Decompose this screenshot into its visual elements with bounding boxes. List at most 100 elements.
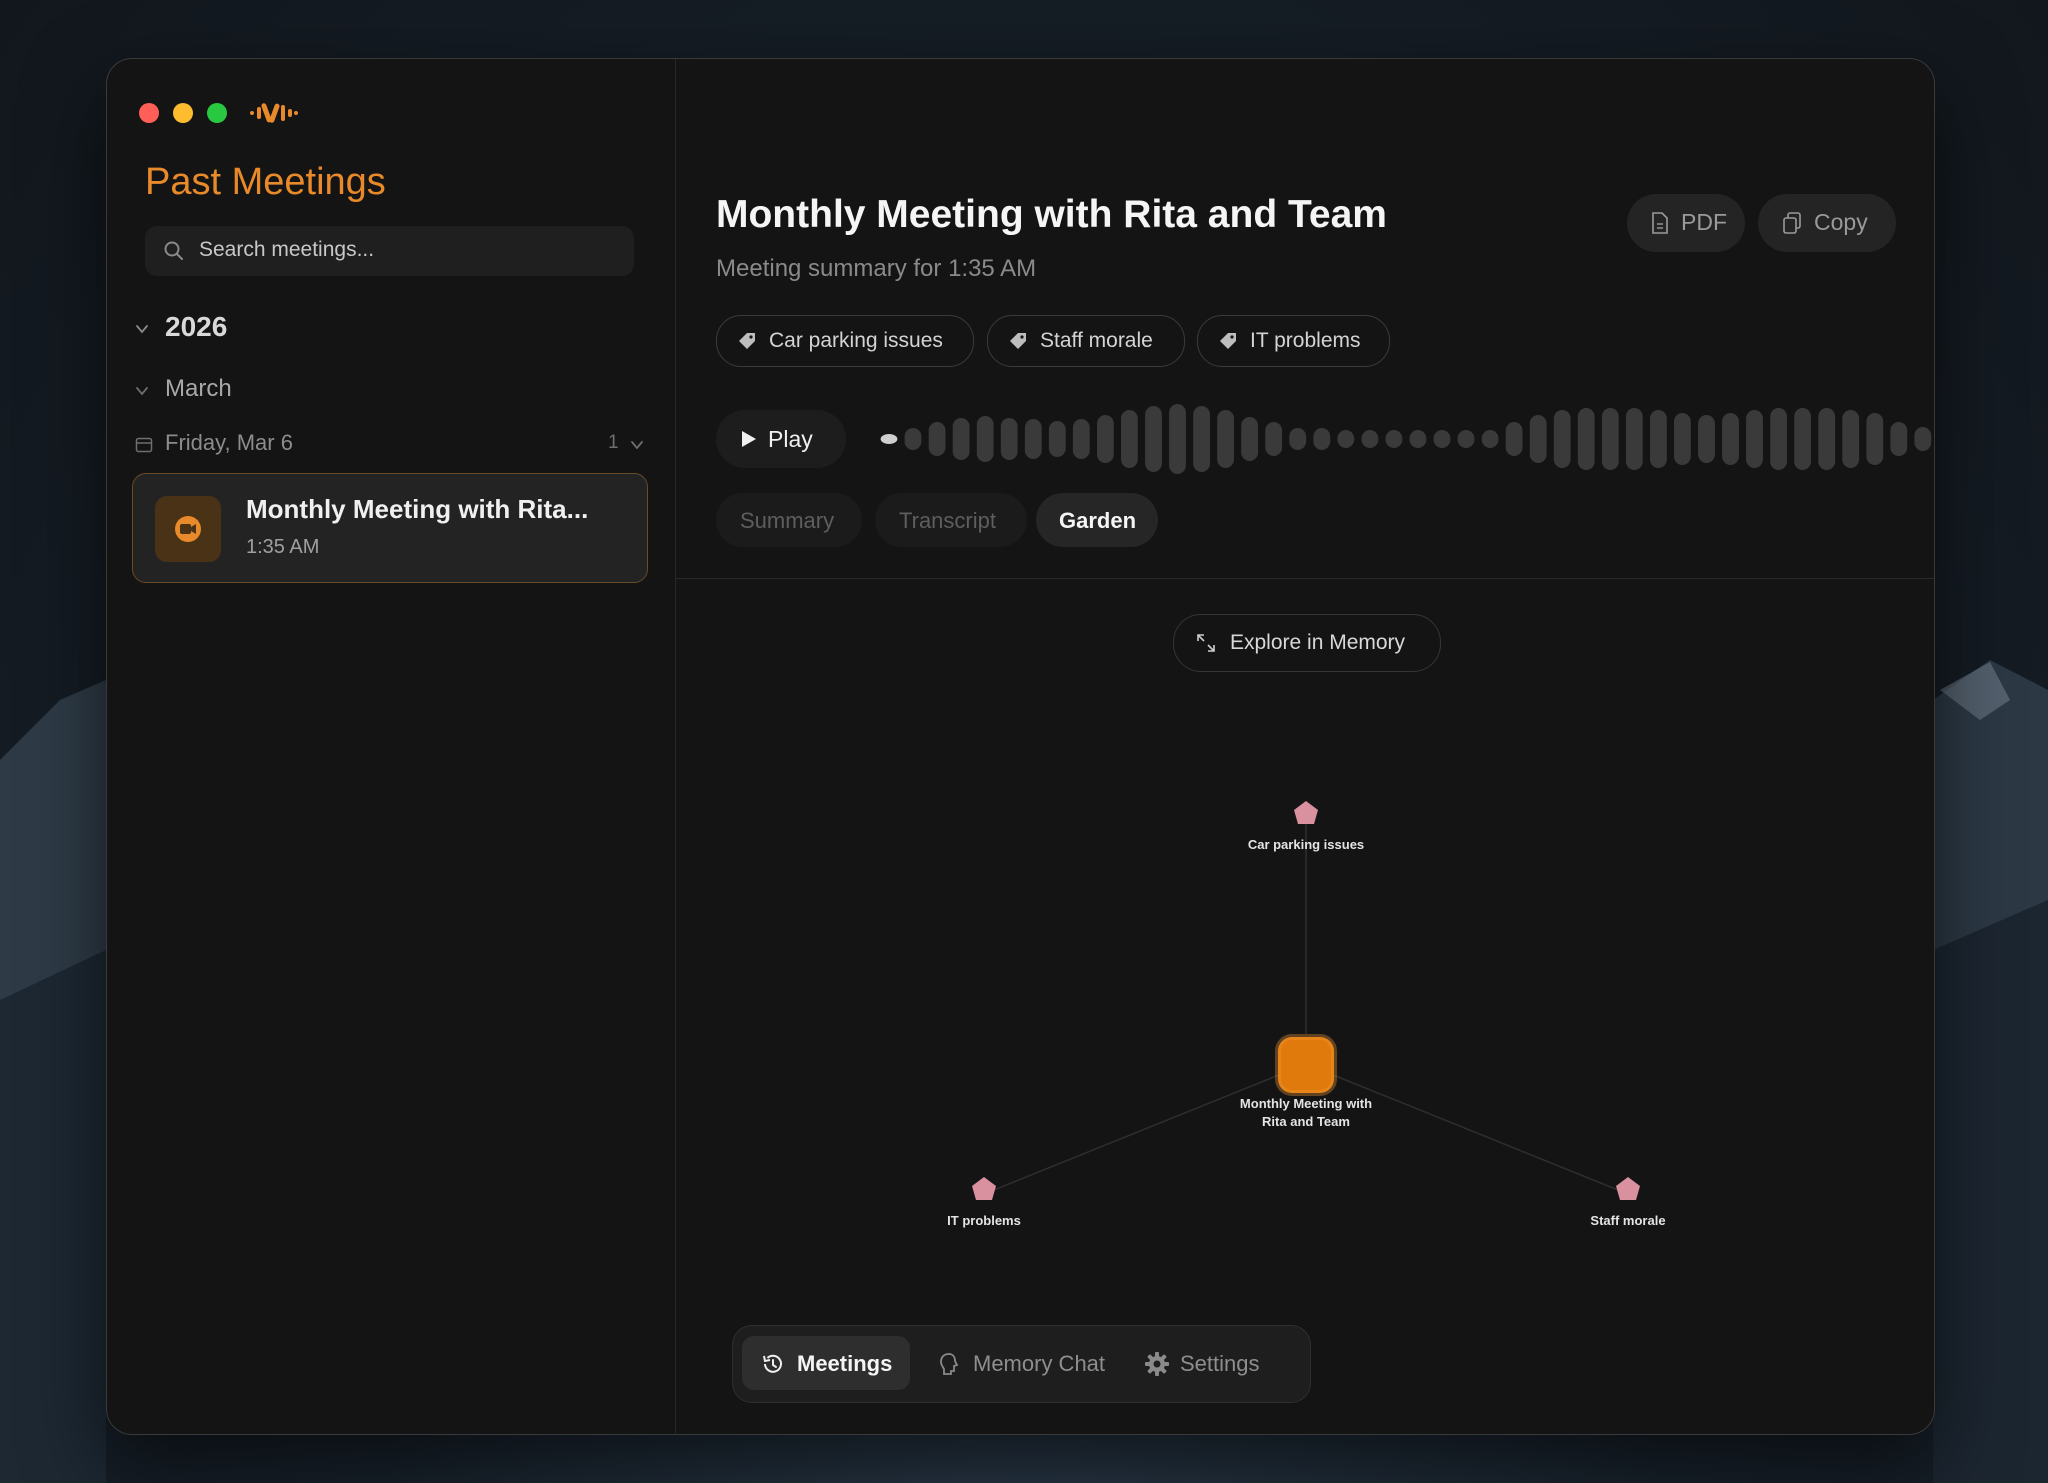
document-icon [1652,212,1668,234]
waveform-bar [904,428,922,450]
meeting-time: 1:35 AM [246,536,320,558]
graph-topic-node[interactable] [972,1177,996,1200]
tab-summary[interactable]: Summary [716,493,862,547]
waveform-bar [1097,415,1114,463]
graph-node-label: IT problems [947,1213,1021,1228]
waveform-bar [1914,427,1932,451]
waveform-bar [1794,408,1811,470]
waveform-bar [1000,418,1018,460]
page-title: Monthly Meeting with Rita and Team [716,193,1387,236]
waveform-bar [1361,430,1379,448]
waveform-bar [1433,430,1451,448]
export-pdf-button[interactable]: PDF [1627,194,1745,252]
pdf-label: PDF [1681,209,1727,235]
topic-tag[interactable]: Staff morale [987,315,1185,367]
brain-icon [940,1353,959,1375]
explore-in-memory-button[interactable]: Explore in Memory [1173,614,1441,672]
gear-icon [1145,1352,1169,1376]
waveform-bar [976,416,994,462]
waveform-bar [1241,417,1258,461]
search-input[interactable]: Search meetings... [145,226,634,276]
audio-waveform[interactable] [877,399,1935,479]
waveform-bar [928,422,946,456]
waveform-bar [1121,410,1138,468]
tab-garden[interactable]: Garden [1036,493,1158,547]
tag-icon [1010,333,1026,349]
waveform-bar [880,434,898,444]
waveform-bar [1601,408,1619,470]
meeting-list-item[interactable]: Monthly Meeting with Rita... 1:35 AM [132,473,648,583]
tab-label: Transcript [899,508,996,533]
graph-node-label: Staff morale [1590,1213,1666,1228]
tab-label: Summary [740,508,835,533]
tree-year[interactable]: 2026 [165,311,227,343]
play-icon [742,431,756,447]
meeting-title: Monthly Meeting with Rita... [246,494,589,524]
waveform-bar [1866,413,1884,465]
tree-day[interactable]: Friday, Mar 6 [165,430,293,456]
page-subtitle: Meeting summary for 1:35 AM [716,255,1037,282]
day-meeting-count: 1 [608,432,619,453]
waveform-bar [1145,406,1162,472]
chevron-down-icon[interactable] [135,384,149,398]
waveform-bar [1193,406,1210,472]
knowledge-graph[interactable]: Car parking issues Monthly Meeting with … [676,679,1934,1279]
sidebar: Past Meetings Search meetings... 2026 Ma… [107,59,676,1434]
app-window: Past Meetings Search meetings... 2026 Ma… [106,58,1935,1435]
tag-icon [739,333,755,349]
bottom-navigation: Meetings Memory Chat Settings [732,1325,1311,1403]
waveform-bar [1169,404,1186,474]
search-icon [164,241,183,260]
graph-topic-node[interactable] [1294,801,1318,824]
tab-transcript[interactable]: Transcript [875,493,1027,547]
copy-label: Copy [1814,209,1868,235]
waveform-bar [1024,419,1042,459]
waveform-bar [1577,408,1595,470]
waveform-bar [1818,408,1836,470]
chevron-down-icon[interactable] [630,438,644,452]
waveform-bar [1674,413,1691,465]
graph-meeting-node[interactable] [1275,1034,1337,1096]
calendar-icon [135,437,153,453]
waveform-bar [1385,430,1403,448]
waveform-bar [1746,410,1763,468]
graph-node-label-line: Monthly Meeting with [1239,1096,1373,1111]
video-camera-icon [155,496,221,562]
waveform-bar [1890,422,1908,456]
graph-topic-node[interactable] [1616,1177,1640,1200]
explore-label: Explore in Memory [1230,631,1406,654]
tag-label: Staff morale [1040,329,1153,352]
tree-month[interactable]: March [165,375,232,403]
play-button[interactable]: Play [716,410,846,468]
waveform-bar [1650,410,1667,468]
tag-label: IT problems [1250,329,1361,352]
section-divider [676,578,1934,579]
play-label: Play [768,426,813,452]
tab-label: Garden [1059,508,1137,533]
chevron-down-icon[interactable] [135,322,149,336]
waveform-bar [1529,415,1547,463]
waveform-bar [952,418,970,460]
waveform-bar [1457,430,1475,448]
waveform-bar [1313,428,1331,450]
graph-node-label-line: Rita and Team [1262,1114,1350,1129]
topic-tag[interactable]: Car parking issues [716,315,974,367]
graph-node-label: Monthly Meeting with Rita and Team [1196,1095,1416,1131]
waveform-bar [1048,421,1066,457]
nav-label: Settings [1180,1351,1260,1376]
waveform-bar [1770,408,1787,470]
nav-meetings[interactable]: Meetings [742,1336,910,1390]
waveform-bar [1842,410,1860,468]
copy-button[interactable]: Copy [1758,194,1896,252]
waveform-bar [1072,419,1090,459]
waveform-bar [1553,410,1571,468]
search-placeholder: Search meetings... [199,238,375,261]
waveform-bar [1265,422,1283,456]
topic-tag[interactable]: IT problems [1197,315,1390,367]
history-icon [763,1354,782,1373]
nav-settings[interactable]: Settings [1132,1336,1292,1390]
waveform-bar [1217,410,1234,468]
waveform-bar [1625,408,1643,470]
waveform-bar [1698,415,1715,463]
nav-memory-chat[interactable]: Memory Chat [926,1336,1116,1390]
